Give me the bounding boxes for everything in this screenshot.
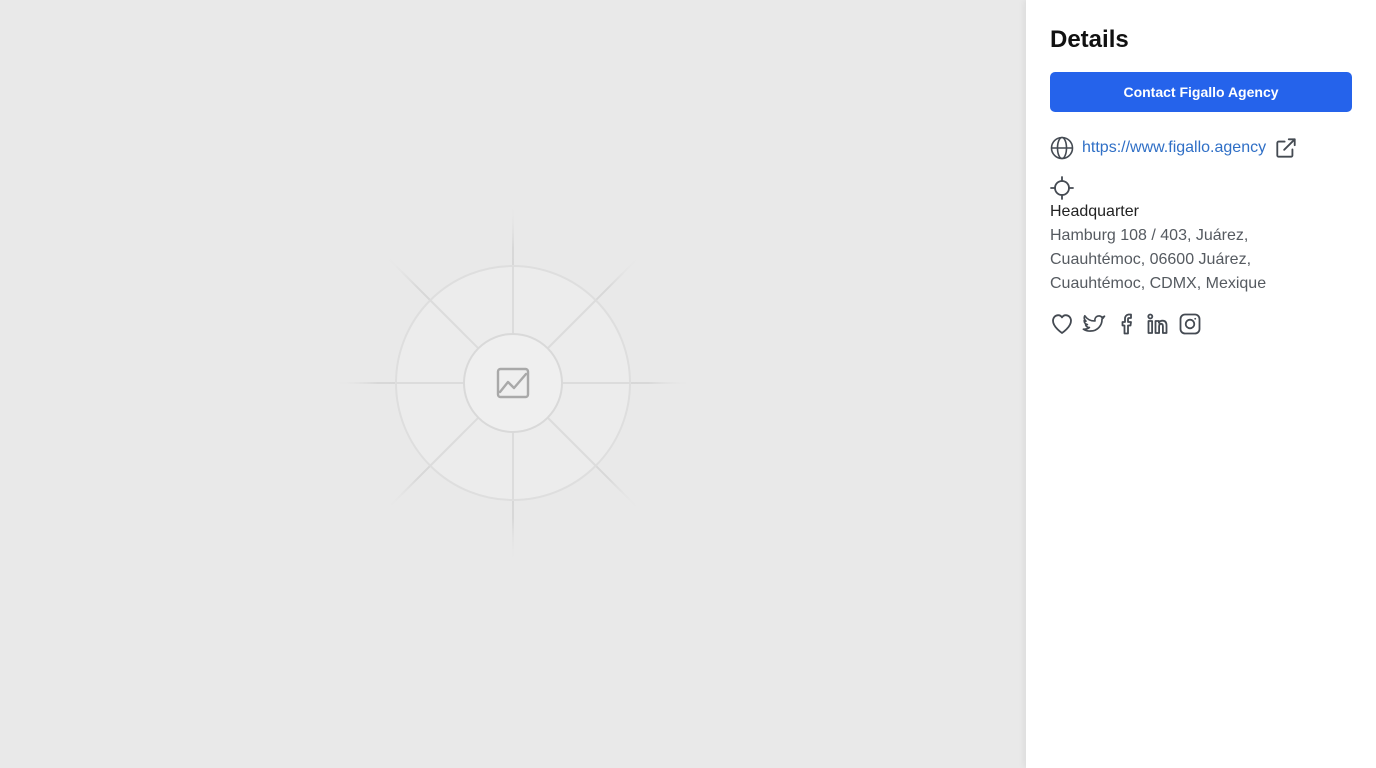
headquarter-label: Headquarter: [1050, 203, 1139, 220]
image-placeholder-graphic: [333, 203, 693, 563]
external-link-icon[interactable]: [1275, 137, 1297, 159]
globe-icon: [1050, 136, 1074, 160]
contact-agency-button[interactable]: Contact Figallo Agency: [1050, 72, 1352, 112]
headquarter-address: Hamburg 108 / 403, Juárez, Cuauhtémoc, 0…: [1050, 227, 1267, 292]
details-panel: Details Contact Figallo Agency https://w…: [1026, 0, 1376, 768]
website-row: https://www.figallo.agency: [1050, 136, 1297, 160]
instagram-icon[interactable]: [1178, 312, 1202, 336]
social-links: [1050, 312, 1210, 336]
linkedin-icon[interactable]: [1146, 312, 1170, 336]
headquarter-block: Headquarter Hamburg 108 / 403, Juárez, C…: [1050, 176, 1350, 296]
media-area: [0, 0, 1026, 768]
facebook-icon[interactable]: [1114, 312, 1138, 336]
details-title: Details: [1050, 26, 1129, 53]
crosshair-icon: [1050, 176, 1074, 200]
website-link[interactable]: https://www.figallo.agency: [1082, 136, 1266, 160]
heart-icon[interactable]: [1050, 312, 1074, 336]
page-layout: Details Contact Figallo Agency https://w…: [0, 0, 1376, 768]
twitter-icon[interactable]: [1082, 312, 1106, 336]
